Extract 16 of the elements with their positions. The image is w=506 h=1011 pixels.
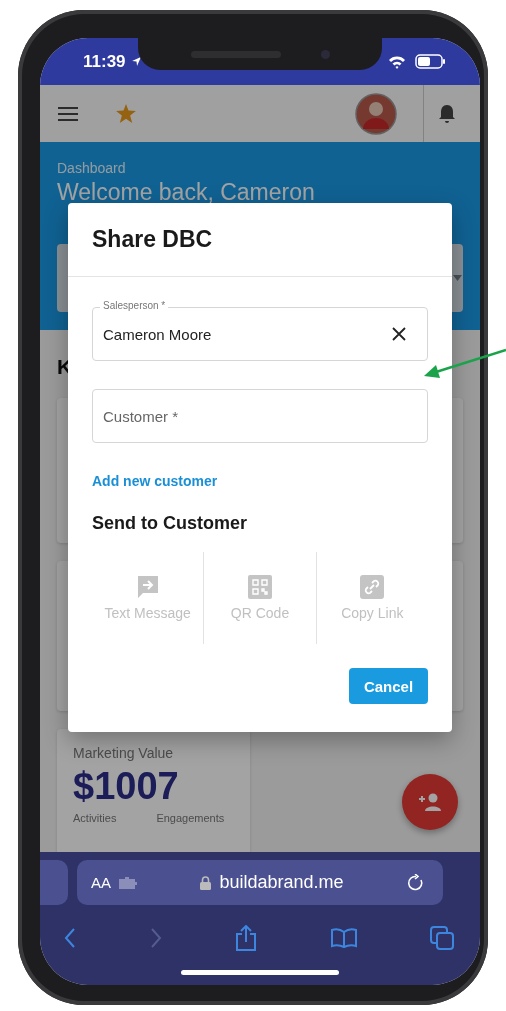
card-title: Marketing Value — [73, 745, 175, 761]
breadcrumb: Dashboard — [57, 160, 127, 176]
stat-label: Activities — [73, 812, 117, 824]
status-time: 11:39 — [83, 51, 126, 72]
dialog-title: Share DBC — [92, 226, 213, 253]
welcome-heading: Welcome back, Cameron — [57, 178, 316, 207]
field-label: Salesperson * — [100, 300, 169, 312]
marketing-value: $1007 — [73, 765, 180, 808]
text-field[interactable]: Customer * — [92, 389, 428, 443]
address-bar[interactable]: AA buildabrand.me — [77, 860, 443, 905]
url-text: buildabrand.me — [219, 872, 344, 893]
stat-label: Engagements — [156, 812, 225, 824]
add-customer-link[interactable]: Add new customer — [92, 473, 218, 489]
text-size-button[interactable]: AA — [91, 874, 111, 891]
section-title: Send to Customer — [92, 513, 248, 534]
cancel-button[interactable]: Cancel — [349, 668, 428, 704]
